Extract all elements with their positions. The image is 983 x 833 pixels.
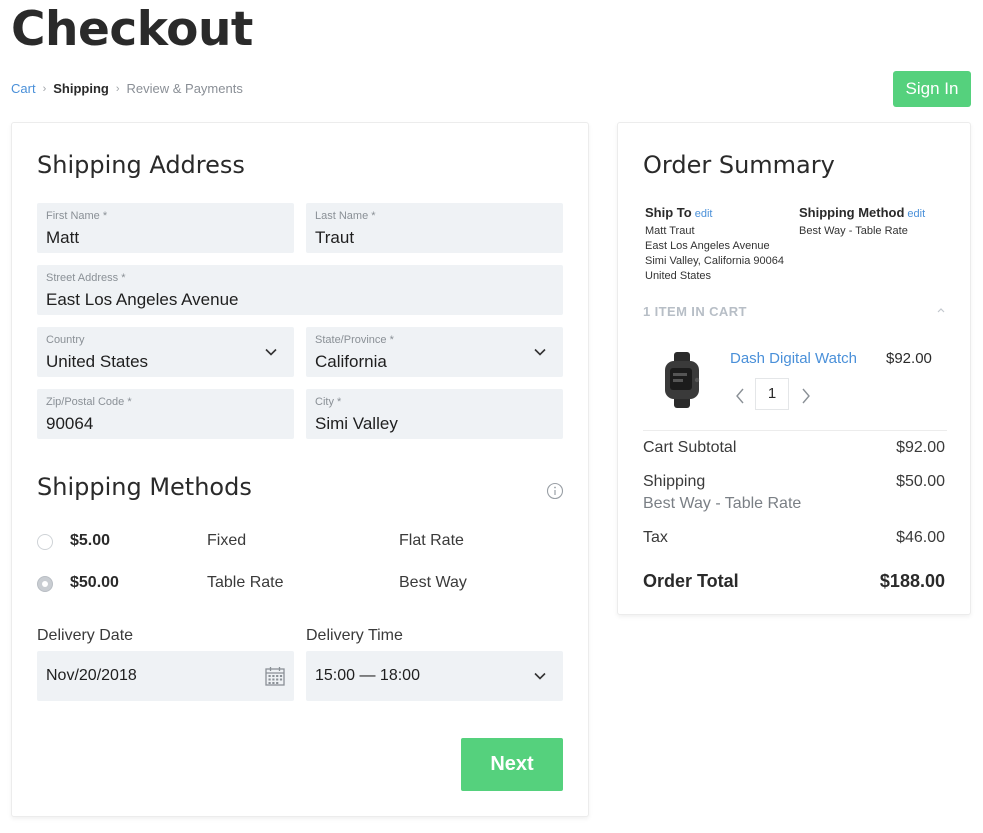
ship-to-line: East Los Angeles Avenue	[645, 240, 770, 252]
shipping-method-sub: Best Way - Table Rate	[643, 495, 802, 512]
next-button[interactable]: Next	[461, 738, 563, 791]
shipping-address-title: Shipping Address	[37, 151, 245, 179]
delivery-time-value[interactable]: 15:00 — 18:00	[315, 651, 554, 701]
street-address-label: Street Address *	[46, 272, 126, 284]
breadcrumb: Cart › Shipping › Review & Payments	[11, 81, 243, 96]
chevron-left-icon[interactable]	[733, 387, 747, 405]
first-name-field[interactable]: First Name * Matt	[37, 203, 294, 253]
shipping-method-heading: Shipping Method edit	[799, 205, 925, 220]
quantity-input[interactable]: 1	[755, 378, 789, 410]
delivery-date-value[interactable]: Nov/20/2018	[46, 651, 285, 701]
last-name-label: Last Name *	[315, 210, 376, 222]
order-summary-title: Order Summary	[643, 151, 835, 179]
product-price: $92.00	[886, 350, 932, 367]
country-value[interactable]: United States	[46, 350, 285, 374]
chevron-down-icon[interactable]	[533, 669, 547, 683]
order-total-value: $188.00	[879, 571, 945, 591]
ship-to-line: United States	[645, 270, 712, 282]
cart-count-toggle[interactable]: 1 ITEM IN CART	[643, 304, 747, 319]
country-label: Country	[46, 334, 85, 346]
method-carrier-flat: Flat Rate	[399, 532, 464, 549]
ship-to-label: Ship To	[645, 205, 692, 220]
shipping-form-card: Shipping Address First Name * Matt Last …	[11, 122, 589, 817]
delivery-date-input[interactable]: Nov/20/2018	[37, 651, 294, 701]
method-name-table: Table Rate	[207, 574, 284, 591]
method-price-flat: $5.00	[70, 532, 111, 549]
breadcrumb-review: Review & Payments	[126, 81, 243, 96]
sign-in-button[interactable]: Sign In	[893, 71, 971, 107]
breadcrumb-cart-link[interactable]: Cart	[11, 81, 36, 96]
method-carrier-table: Best Way	[399, 574, 467, 591]
last-name-value[interactable]: Traut	[315, 226, 554, 250]
product-name-link[interactable]: Dash Digital Watch	[730, 350, 857, 367]
shipping-value: $50.00	[896, 473, 945, 490]
zip-value[interactable]: 90064	[46, 412, 285, 436]
chevron-right-icon[interactable]	[799, 387, 813, 405]
state-label: State/Province *	[315, 334, 394, 346]
city-value[interactable]: Simi Valley	[315, 412, 554, 436]
zip-field[interactable]: Zip/Postal Code * 90064	[37, 389, 294, 439]
delivery-time-select[interactable]: 15:00 — 18:00	[306, 651, 563, 701]
shipping-method-radio-table[interactable]	[37, 576, 53, 592]
first-name-label: First Name *	[46, 210, 108, 222]
ship-to-line: Simi Valley, California 90064	[645, 255, 784, 267]
shipping-method-edit-link[interactable]: edit	[907, 208, 925, 220]
ship-to-line: Matt Traut	[645, 225, 695, 237]
product-thumbnail	[665, 352, 700, 408]
country-select[interactable]: Country United States	[37, 327, 294, 377]
shipping-method-label: Shipping Method	[799, 205, 905, 220]
shipping-label: Shipping	[643, 473, 706, 490]
shipping-methods-title: Shipping Methods	[37, 473, 252, 501]
subtotal-value: $92.00	[896, 439, 945, 456]
order-total-label: Order Total	[643, 571, 739, 591]
delivery-time-label: Delivery Time	[306, 627, 403, 644]
method-price-table: $50.00	[70, 574, 119, 591]
zip-label: Zip/Postal Code *	[46, 396, 132, 408]
first-name-value[interactable]: Matt	[46, 226, 285, 250]
chevron-down-icon[interactable]	[264, 345, 278, 359]
street-address-value[interactable]: East Los Angeles Avenue	[46, 288, 554, 312]
summary-divider	[643, 430, 947, 431]
last-name-field[interactable]: Last Name * Traut	[306, 203, 563, 253]
order-summary-card: Order Summary Ship To edit Matt Traut Eas…	[617, 122, 971, 615]
chevron-down-icon[interactable]	[533, 345, 547, 359]
delivery-date-label: Delivery Date	[37, 627, 134, 644]
ship-to-heading: Ship To edit	[645, 205, 712, 220]
calendar-icon[interactable]	[264, 665, 286, 687]
shipping-method-radio-flat[interactable]	[37, 534, 53, 550]
caret-up-icon[interactable]	[936, 306, 946, 314]
state-select[interactable]: State/Province * California	[306, 327, 563, 377]
breadcrumb-separator: ›	[42, 82, 47, 95]
tax-value: $46.00	[896, 529, 945, 546]
breadcrumb-shipping: Shipping	[53, 81, 109, 96]
method-name-flat: Fixed	[207, 532, 247, 549]
city-label: City *	[315, 396, 342, 408]
city-field[interactable]: City * Simi Valley	[306, 389, 563, 439]
ship-to-edit-link[interactable]: edit	[695, 208, 713, 220]
page-title: Checkout	[11, 2, 253, 57]
breadcrumb-separator: ›	[115, 82, 120, 95]
street-address-field[interactable]: Street Address * East Los Angeles Avenue	[37, 265, 563, 315]
subtotal-label: Cart Subtotal	[643, 439, 737, 456]
state-value[interactable]: California	[315, 350, 554, 374]
info-icon[interactable]	[546, 482, 564, 500]
tax-label: Tax	[643, 529, 668, 546]
shipping-method-value: Best Way - Table Rate	[799, 225, 908, 237]
